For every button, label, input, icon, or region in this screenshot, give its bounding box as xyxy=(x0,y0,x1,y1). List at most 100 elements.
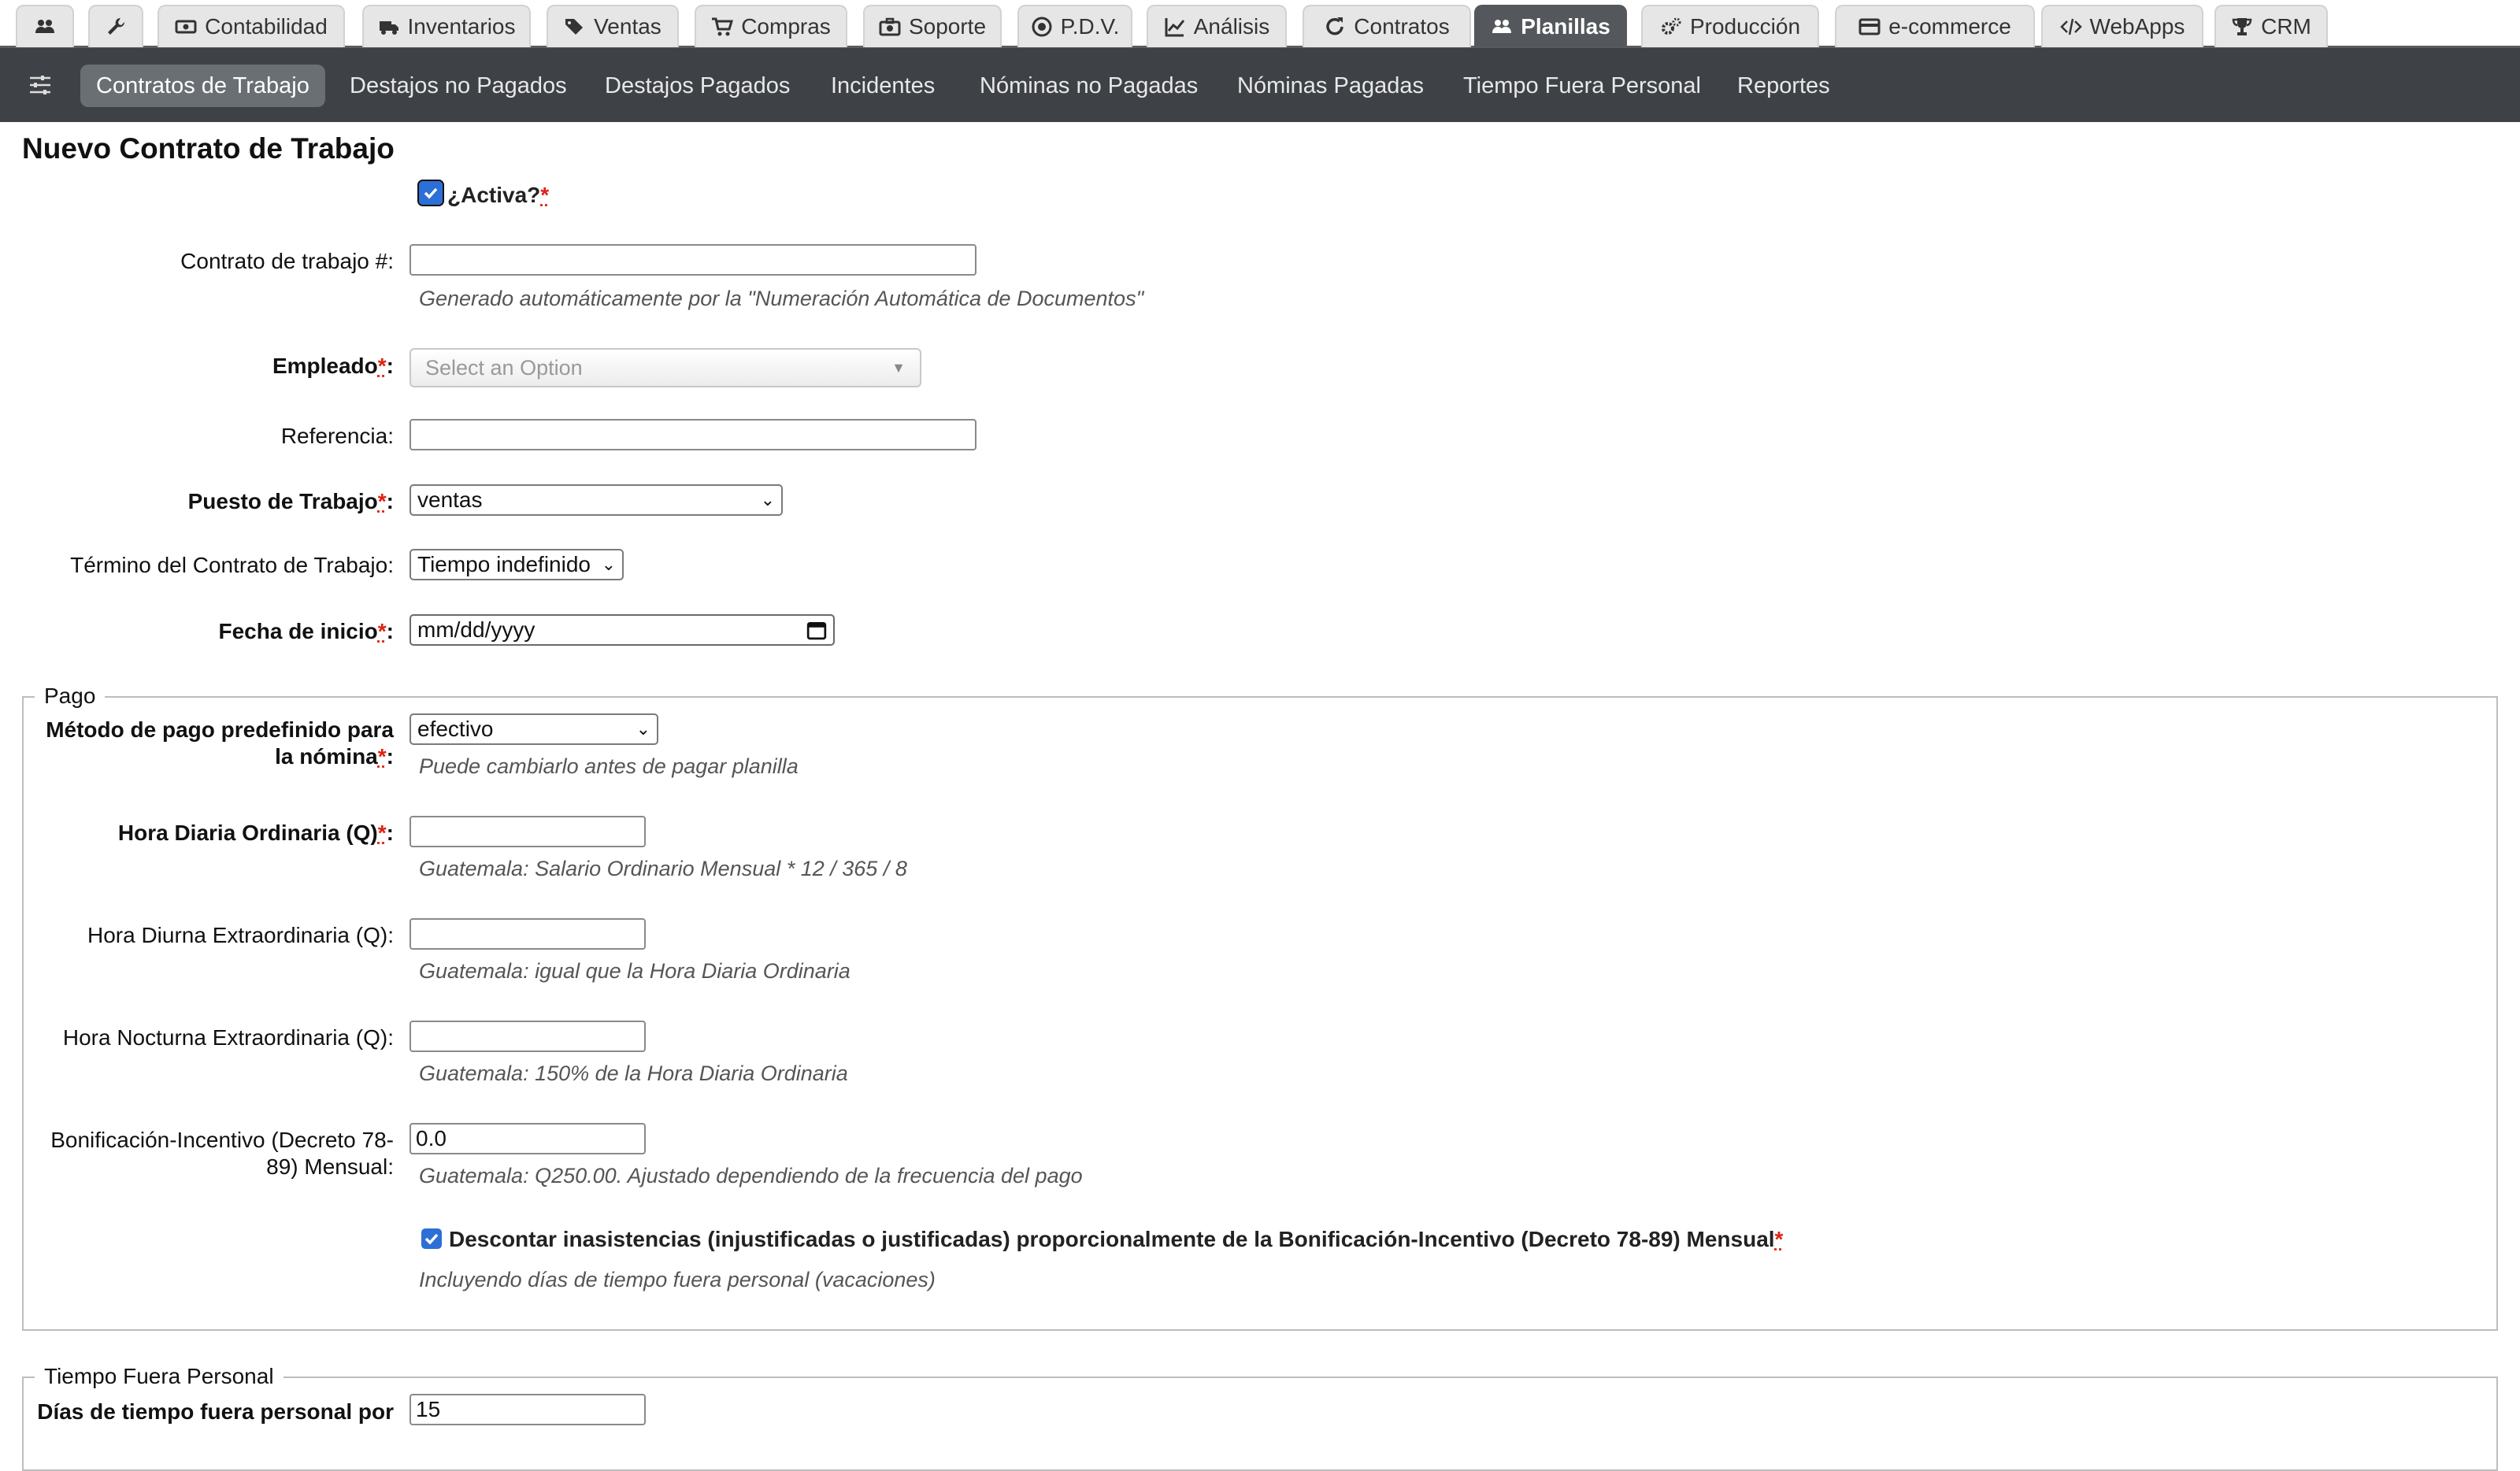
refresh-icon xyxy=(1326,17,1344,35)
fecha-inicio-input[interactable]: mm/dd/yyyy xyxy=(410,614,835,646)
trophy-icon xyxy=(2232,18,2252,35)
empleado-label: Empleado*: xyxy=(272,354,394,378)
tab-planillas[interactable]: Planillas xyxy=(1474,5,1627,47)
descontar-hint: Incluyendo días de tiempo fuera personal… xyxy=(419,1268,936,1291)
subnav-tiempo-fuera-personal[interactable]: Tiempo Fuera Personal xyxy=(1463,65,1701,107)
medkit-icon xyxy=(879,17,901,36)
tab-soporte[interactable]: Soporte xyxy=(863,5,1002,47)
planillas-subnav: Contratos de Trabajo Destajos no Pagados… xyxy=(0,48,2520,122)
tab-produccion[interactable]: Producción xyxy=(1641,5,1819,47)
dropdown-arrow-icon: ▼ xyxy=(891,359,906,376)
bonificacion-input[interactable] xyxy=(410,1123,646,1154)
puesto-label: Puesto de Trabajo*: xyxy=(187,489,394,513)
contrato-num-label: Contrato de trabajo #: xyxy=(180,249,394,273)
tab-label: Inventarios xyxy=(407,14,516,39)
contrato-num-input[interactable] xyxy=(410,244,976,276)
gears-icon xyxy=(1661,17,1681,35)
puesto-select[interactable]: ventas ⌄ xyxy=(410,484,783,516)
tags-icon xyxy=(565,19,584,35)
empleado-placeholder: Select an Option xyxy=(425,355,583,380)
dias-label: Días de tiempo fuera personal por xyxy=(37,1399,394,1424)
tab-crm[interactable]: CRM xyxy=(2214,5,2328,47)
referencia-label: Referencia: xyxy=(280,424,394,448)
subnav-destajos-no-pagados[interactable]: Destajos no Pagados xyxy=(350,65,567,107)
money-icon xyxy=(175,20,197,34)
sliders-icon[interactable] xyxy=(28,74,52,96)
tab-settings[interactable] xyxy=(88,5,143,47)
calendar-icon[interactable] xyxy=(806,620,827,640)
chevron-down-icon: ⌄ xyxy=(636,719,650,739)
tab-label: Contabilidad xyxy=(205,14,328,39)
hora-diurna-label: Hora Diurna Extraordinaria (Q): xyxy=(87,923,394,947)
referencia-input[interactable] xyxy=(410,419,976,450)
hora-diaria-input[interactable] xyxy=(410,816,646,847)
termino-label: Término del Contrato de Trabajo: xyxy=(70,553,394,577)
tab-contratos[interactable]: Contratos xyxy=(1303,5,1471,47)
code-icon xyxy=(2059,18,2082,35)
descontar-checkbox[interactable] xyxy=(421,1228,442,1249)
tab-label: Ventas xyxy=(594,14,662,39)
metodo-label: Método de pago predefinido para la nómin… xyxy=(46,717,394,769)
tab-label: WebApps xyxy=(2089,14,2185,39)
tab-webapps[interactable]: WebApps xyxy=(2041,5,2203,47)
fecha-inicio-label: Fecha de inicio*: xyxy=(218,619,394,643)
subnav-destajos-pagados[interactable]: Destajos Pagados xyxy=(605,65,790,107)
tab-compras[interactable]: Compras xyxy=(695,5,847,47)
chevron-down-icon: ⌄ xyxy=(601,554,616,574)
hora-nocturna-label: Hora Nocturna Extraordinaria (Q): xyxy=(62,1025,394,1050)
empleado-select[interactable]: Select an Option ▼ xyxy=(410,348,921,387)
page-title: Nuevo Contrato de Trabajo xyxy=(22,132,395,165)
tab-label: P.D.V. xyxy=(1060,14,1120,39)
tab-analisis[interactable]: Análisis xyxy=(1147,5,1287,47)
metodo-hint: Puede cambiarlo antes de pagar planilla xyxy=(419,754,799,778)
tab-ecommerce[interactable]: e-commerce xyxy=(1835,5,2035,47)
line-chart-icon xyxy=(1165,18,1184,37)
termino-value: Tiempo indefinido xyxy=(417,552,591,576)
tiempo-fuera-legend: Tiempo Fuera Personal xyxy=(35,1364,284,1389)
subnav-nominas-pagadas[interactable]: Nóminas Pagadas xyxy=(1237,65,1424,107)
chevron-down-icon: ⌄ xyxy=(760,490,775,509)
tab-pdv[interactable]: P.D.V. xyxy=(1017,5,1132,47)
truck-icon xyxy=(379,21,398,35)
users-icon xyxy=(35,20,54,33)
target-icon xyxy=(1032,17,1052,37)
subnav-reportes[interactable]: Reportes xyxy=(1737,65,1830,107)
tab-label: Producción xyxy=(1689,14,1801,39)
subnav-nominas-no-pagadas[interactable]: Nóminas no Pagadas xyxy=(980,65,1198,107)
tab-contabilidad[interactable]: Contabilidad xyxy=(158,5,345,47)
tab-users[interactable] xyxy=(16,5,74,47)
subnav-contratos-de-trabajo[interactable]: Contratos de Trabajo xyxy=(80,65,325,107)
credit-card-icon xyxy=(1858,18,1881,35)
tab-ventas[interactable]: Ventas xyxy=(547,5,679,47)
fecha-inicio-placeholder: mm/dd/yyyy xyxy=(417,617,536,642)
tab-inventarios[interactable]: Inventarios xyxy=(362,5,531,47)
module-tab-bar: Contabilidad Inventarios Ventas Compras … xyxy=(0,0,2520,48)
pago-legend: Pago xyxy=(35,684,106,709)
metodo-value: efectivo xyxy=(417,717,494,741)
tab-label: Compras xyxy=(741,14,831,39)
hora-nocturna-hint: Guatemala: 150% de la Hora Diaria Ordina… xyxy=(419,1062,848,1085)
tab-label: CRM xyxy=(2261,14,2311,39)
tab-label: Contratos xyxy=(1354,14,1450,39)
cart-icon xyxy=(712,17,734,36)
tab-label: Soporte xyxy=(908,14,987,39)
hora-diaria-hint: Guatemala: Salario Ordinario Mensual * 1… xyxy=(419,857,907,880)
bonificacion-label: Bonificación-Incentivo (Decreto 78-89) M… xyxy=(50,1128,394,1179)
bonificacion-hint: Guatemala: Q250.00. Ajustado dependiendo… xyxy=(419,1164,1083,1188)
hora-nocturna-input[interactable] xyxy=(410,1021,646,1052)
hora-diaria-label: Hora Diaria Ordinaria (Q)*: xyxy=(117,821,394,845)
users-icon xyxy=(1492,20,1512,33)
wrench-icon xyxy=(108,17,125,35)
check-icon xyxy=(424,1233,439,1245)
dias-input[interactable] xyxy=(410,1394,646,1425)
descontar-label: Descontar inasistencias (injustificadas … xyxy=(449,1227,1784,1251)
tab-label: e-commerce xyxy=(1888,14,2011,39)
activa-checkbox[interactable] xyxy=(417,180,444,206)
hora-diurna-input[interactable] xyxy=(410,918,646,950)
puesto-value: ventas xyxy=(417,487,483,512)
metodo-pago-select[interactable]: efectivo ⌄ xyxy=(410,713,658,745)
hora-diurna-hint: Guatemala: igual que la Hora Diaria Ordi… xyxy=(419,959,850,983)
termino-select[interactable]: Tiempo indefinido ⌄ xyxy=(410,549,624,580)
check-icon xyxy=(424,187,438,199)
subnav-incidentes[interactable]: Incidentes xyxy=(831,65,935,107)
